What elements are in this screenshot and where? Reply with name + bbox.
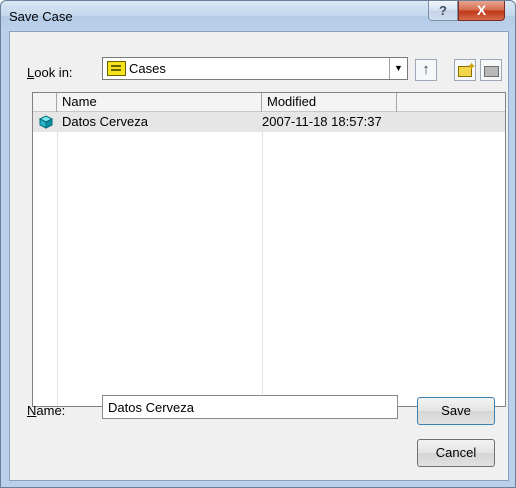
- view-menu-button[interactable]: [480, 59, 502, 81]
- sparkle-icon: ✦: [467, 61, 477, 73]
- case-folder-icon: [107, 61, 126, 76]
- up-arrow-icon: ↑: [422, 61, 430, 78]
- file-modified: 2007-11-18 18:57:37: [262, 114, 382, 129]
- file-list[interactable]: Name Modified Datos Cerveza 2007-11-18 1…: [32, 92, 506, 407]
- column-divider: [57, 112, 58, 406]
- case-box-icon: [38, 115, 54, 129]
- header-icon-column[interactable]: [33, 93, 57, 112]
- cancel-button[interactable]: Cancel: [417, 439, 495, 467]
- save-case-dialog: Save Case ? X Look in: Cases ▼ ↑ ✦ Name …: [0, 0, 516, 488]
- list-header: Name Modified: [33, 93, 505, 112]
- header-modified[interactable]: Modified: [262, 93, 397, 112]
- look-in-label: Look in:: [27, 65, 73, 80]
- help-button[interactable]: ?: [428, 1, 458, 21]
- look-in-value: Cases: [129, 61, 166, 76]
- dialog-body: Look in: Cases ▼ ↑ ✦ Name Modified Datos…: [9, 31, 509, 481]
- new-folder-button[interactable]: ✦: [454, 59, 476, 81]
- view-menu-icon: [484, 66, 499, 77]
- list-item[interactable]: Datos Cerveza 2007-11-18 18:57:37: [33, 112, 505, 132]
- dialog-title: Save Case: [9, 9, 73, 24]
- name-label: Name:: [27, 403, 66, 418]
- up-one-level-button[interactable]: ↑: [415, 59, 437, 81]
- look-in-dropdown[interactable]: Cases ▼: [102, 57, 408, 80]
- column-divider: [262, 112, 263, 406]
- chevron-down-icon[interactable]: ▼: [389, 58, 407, 79]
- file-name: Datos Cerveza: [62, 114, 148, 129]
- header-name[interactable]: Name: [57, 93, 262, 112]
- title-bar[interactable]: Save Case ? X: [1, 1, 515, 31]
- name-field[interactable]: [102, 395, 398, 419]
- close-button[interactable]: X: [458, 1, 505, 21]
- save-button[interactable]: Save: [417, 397, 495, 425]
